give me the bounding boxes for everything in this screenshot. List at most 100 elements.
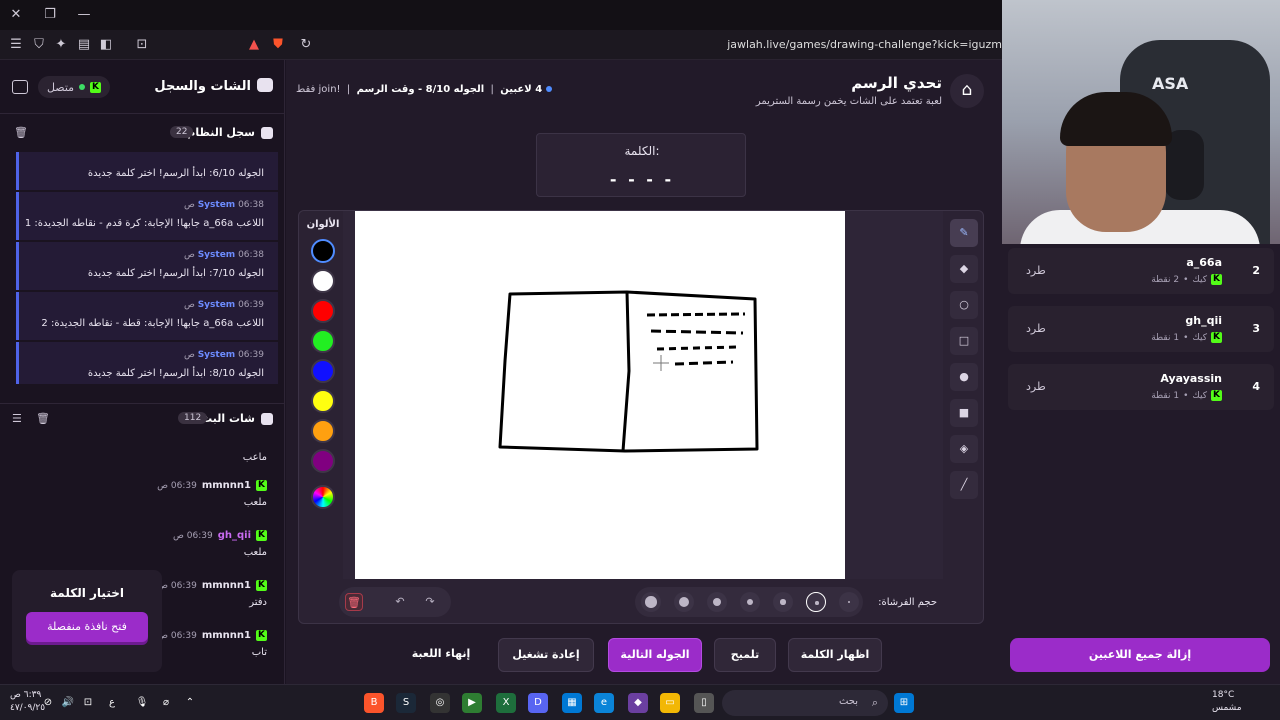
color-swatch[interactable] xyxy=(311,329,335,353)
sidebar-icon[interactable]: ◧ xyxy=(98,38,114,52)
extension-icon[interactable]: ✦ xyxy=(53,38,69,52)
color-swatch[interactable] xyxy=(311,449,335,473)
chat-username[interactable]: mmnnn1 xyxy=(202,580,251,591)
taskbar-search[interactable]: بحث ⌕ xyxy=(722,690,888,716)
minimize-icon[interactable]: — xyxy=(76,8,92,22)
browser-titlebar: ✕ ❐ — xyxy=(0,0,1002,30)
system-message-meta: System 06:38 ص xyxy=(184,200,264,210)
chat-message-text: ماعب xyxy=(242,452,267,463)
discord-app-icon[interactable]: D xyxy=(528,693,548,713)
media-app-icon[interactable]: ▶ xyxy=(462,693,482,713)
pc-manager-app-icon[interactable]: ◆ xyxy=(628,693,648,713)
system-message-sender: System xyxy=(197,300,236,310)
pencil-tool-icon[interactable]: ✎ xyxy=(950,219,978,247)
clear-canvas-icon[interactable]: 🗑 xyxy=(345,593,363,611)
vpn-icon[interactable]: ▲ xyxy=(246,38,262,52)
player-meta: K كيك • 1 نقطة xyxy=(1151,332,1222,343)
word-label: الكلمة: xyxy=(624,144,660,158)
brush-size-option[interactable] xyxy=(641,592,661,612)
filter-icon[interactable]: ☰ xyxy=(12,413,22,425)
system-message-text: الجوله 6/10: ابدأ الرسم! اختر كلمة جديدة xyxy=(87,168,264,179)
color-swatch[interactable] xyxy=(311,269,335,293)
system-message: System 06:38 ص الجوله 7/10: ابدأ الرسم! … xyxy=(16,242,278,290)
color-swatch[interactable] xyxy=(311,389,335,413)
collapse-panel-icon[interactable] xyxy=(12,80,28,94)
end-game-button[interactable]: إنهاء اللعبة xyxy=(400,638,482,672)
word-pick-title: اختيار الكلمة xyxy=(50,586,124,600)
restart-button[interactable]: إعادة تشغيل xyxy=(498,638,594,672)
edge-app-icon[interactable]: e xyxy=(594,693,614,713)
reload-icon[interactable]: ↻ xyxy=(298,38,314,52)
kick-player-button[interactable]: طرد xyxy=(1026,380,1046,393)
weather-widget[interactable]: 18°C مشمس xyxy=(1212,689,1242,715)
player-points: 2 نقطة xyxy=(1151,274,1180,285)
brush-size-option[interactable] xyxy=(773,592,793,612)
color-swatch[interactable] xyxy=(311,419,335,443)
round-info: الجوله 8/10 - وقت الرسم xyxy=(356,84,485,95)
chat-username[interactable]: mmnnn1 xyxy=(202,480,251,491)
open-popup-button[interactable]: فتح نافذة منفصلة xyxy=(26,612,148,642)
store-app-icon[interactable]: ▦ xyxy=(562,693,582,713)
color-swatch[interactable] xyxy=(311,239,335,263)
windows-taskbar: ٦:٣٩ ص ٤٧/٠٩/٢٥ ⊘ 🔊 ⊡ ع 🎙 ⌀ ⌃ B S ◎ ▶ X … xyxy=(0,684,1280,720)
brush-size-option[interactable] xyxy=(839,592,859,612)
chevron-up-icon[interactable]: ⌃ xyxy=(180,693,200,713)
drawing-canvas[interactable] xyxy=(355,211,845,579)
next-round-button[interactable]: الجوله التالية xyxy=(608,638,702,672)
fill-bucket-tool-icon[interactable]: ◈ xyxy=(950,435,978,463)
trash-icon[interactable]: 🗑 xyxy=(14,127,28,139)
steam-app-icon[interactable]: S xyxy=(396,693,416,713)
color-swatch[interactable] xyxy=(311,299,335,323)
join-hint: !join فقط xyxy=(296,84,341,95)
kick-player-button[interactable]: طرد xyxy=(1026,264,1046,277)
stream-chat-count: 112 xyxy=(178,412,208,424)
rectangle-tool-icon[interactable]: □ xyxy=(950,327,978,355)
brush-size-option[interactable] xyxy=(806,592,826,612)
custom-color-picker[interactable] xyxy=(311,485,335,509)
obs-app-icon[interactable]: ◎ xyxy=(430,693,450,713)
address-bar[interactable]: jawlah.live/games/drawing-challenge?kick… xyxy=(727,38,1002,51)
brush-size-option[interactable] xyxy=(674,592,694,612)
windows-start-icon[interactable]: ⊞ xyxy=(894,693,914,713)
players-count: 4 لاعبين xyxy=(500,84,543,95)
brave-app-icon[interactable]: B xyxy=(364,693,384,713)
system-message-meta: System 06:39 ص xyxy=(184,350,264,360)
search-icon: ⌕ xyxy=(871,696,878,709)
undo-icon[interactable]: ↶ xyxy=(391,593,409,611)
notification-icon[interactable]: ⊘ xyxy=(38,693,58,713)
shield-icon[interactable]: ⛉ xyxy=(31,38,47,52)
line-tool-icon[interactable]: ╱ xyxy=(950,471,978,499)
window-app-icon[interactable]: ▯ xyxy=(694,693,714,713)
brave-shield-icon[interactable]: ⛊ xyxy=(270,38,286,52)
excel-app-icon[interactable]: X xyxy=(496,693,516,713)
close-icon[interactable]: ✕ xyxy=(8,8,24,22)
trash-icon[interactable]: 🗑 xyxy=(36,413,50,425)
player-rank: 4 xyxy=(1252,380,1260,393)
restore-icon[interactable]: ❐ xyxy=(42,8,58,22)
wallet-icon[interactable]: ▤ xyxy=(76,38,92,52)
brush-size-option[interactable] xyxy=(740,592,760,612)
redo-icon[interactable]: ↷ xyxy=(421,593,439,611)
menu-icon[interactable]: ☰ xyxy=(8,38,24,52)
home-icon[interactable]: ⌂ xyxy=(950,74,984,108)
file-explorer-icon[interactable]: ▭ xyxy=(660,693,680,713)
hint-button[interactable]: تلميح xyxy=(714,638,776,672)
microphone-icon[interactable]: 🎙 xyxy=(132,693,152,713)
eraser-tool-icon[interactable]: ◆ xyxy=(950,255,978,283)
network-icon[interactable]: ⊡ xyxy=(78,693,98,713)
show-word-button[interactable]: اظهار الكلمة xyxy=(788,638,882,672)
chat-username[interactable]: mmnnn1 xyxy=(202,630,251,641)
language-indicator[interactable]: ع xyxy=(102,693,122,713)
chat-username[interactable]: gh_qii xyxy=(218,530,251,541)
screenshot-icon[interactable]: ⊡ xyxy=(134,38,150,52)
remove-all-players-button[interactable]: إزالة جميع اللاعبين xyxy=(1010,638,1270,672)
color-swatch[interactable] xyxy=(311,359,335,383)
volume-icon[interactable]: 🔊 xyxy=(58,693,78,713)
circle-tool-icon[interactable]: ○ xyxy=(950,291,978,319)
filled-rectangle-tool-icon[interactable]: ■ xyxy=(950,399,978,427)
brush-size-option[interactable] xyxy=(707,592,727,612)
filled-circle-tool-icon[interactable]: ● xyxy=(950,363,978,391)
system-log-header: سجل النظام 22 🗑 xyxy=(0,118,285,148)
wifi-off-icon[interactable]: ⌀ xyxy=(156,693,176,713)
kick-player-button[interactable]: طرد xyxy=(1026,322,1046,335)
